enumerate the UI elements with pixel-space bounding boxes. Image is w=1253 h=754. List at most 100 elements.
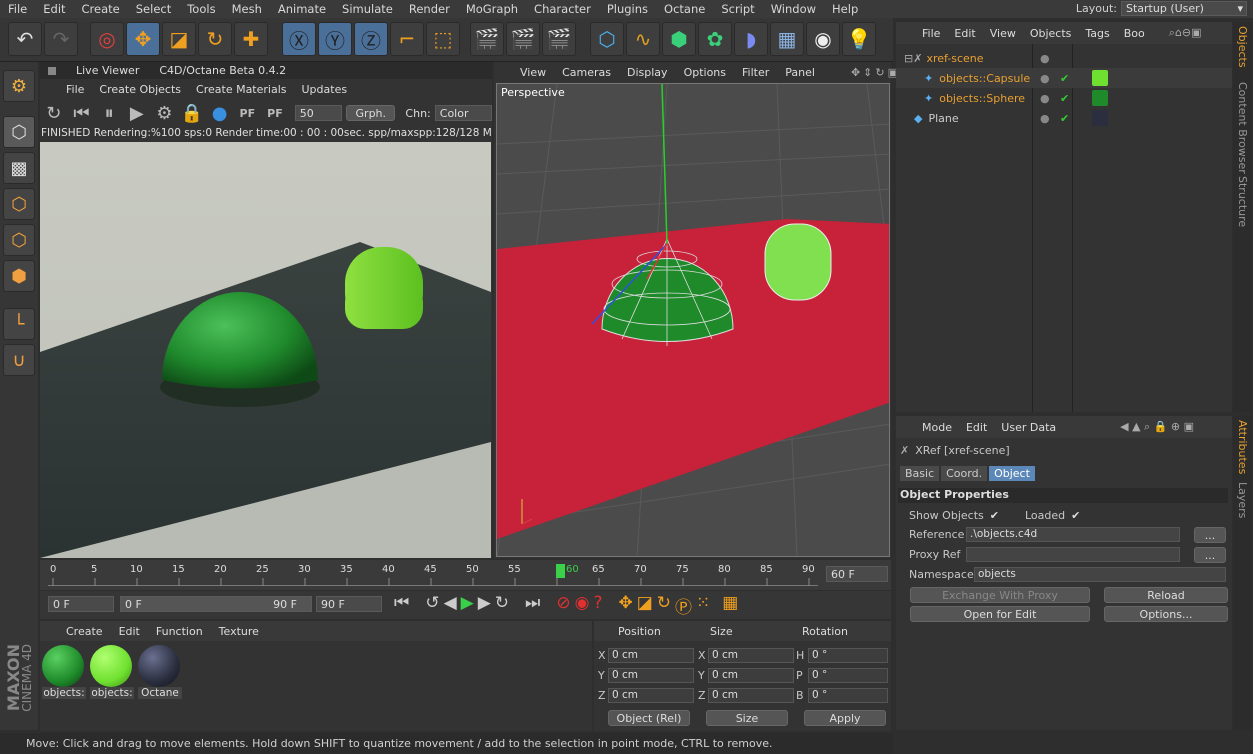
vp-menu-display[interactable]: Display <box>627 66 668 79</box>
menu-render[interactable]: Render <box>401 2 458 16</box>
goto-end-icon[interactable]: ⏭ <box>525 593 540 618</box>
exchange-proxy-button[interactable]: Exchange With Proxy <box>910 587 1090 603</box>
tab-attributes[interactable]: Attributes <box>1236 420 1249 474</box>
material-tag-icon[interactable] <box>1092 110 1108 126</box>
render-settings-icon[interactable]: 🎬 <box>542 22 576 56</box>
world-coords-icon[interactable]: ⌐ <box>390 22 424 56</box>
edges-mode-icon[interactable]: ⬡ <box>3 224 35 256</box>
end-frame-field[interactable]: 90 F <box>316 596 382 612</box>
mat-menu-texture[interactable]: Texture <box>219 625 259 638</box>
move-tool-icon[interactable]: ✥ <box>126 22 160 56</box>
enabled-check-icon[interactable]: ✔ <box>1060 112 1069 125</box>
coord-mode-dropdown[interactable]: Object (Rel) <box>608 710 690 726</box>
next-key-icon[interactable]: ↻ <box>495 593 509 618</box>
graph-button[interactable]: Grph. <box>346 105 396 121</box>
samples-field[interactable]: 50 <box>294 105 343 121</box>
key-position-icon[interactable]: ✥ <box>618 593 632 618</box>
render-view-icon[interactable]: 🎬 <box>470 22 504 56</box>
snap-magnet-icon[interactable]: ∪ <box>3 344 35 376</box>
object-row-capsule[interactable]: ✦ objects::Capsule ● ✔ <box>896 68 1232 88</box>
keyframe-help-icon[interactable]: ? <box>593 593 602 618</box>
om-menu-bookmarks[interactable]: Boo <box>1124 27 1145 40</box>
light-icon[interactable]: 💡 <box>842 22 876 56</box>
rotation-p-field[interactable]: 0 ° <box>808 668 888 683</box>
menu-file[interactable]: File <box>0 2 35 16</box>
am-menu-edit[interactable]: Edit <box>966 421 987 434</box>
timeline-window-icon[interactable]: ▦ <box>722 593 738 618</box>
lock-icon[interactable]: 🔒 <box>180 101 204 125</box>
position-x-field[interactable]: 0 cm <box>608 648 694 663</box>
polygons-mode-icon[interactable]: ⬢ <box>3 260 35 292</box>
reference-browse-button[interactable]: ... <box>1194 527 1226 543</box>
reference-field[interactable]: .\objects.c4d <box>966 527 1180 542</box>
pf-icon-2[interactable]: PF <box>263 101 287 125</box>
play-icon[interactable]: ▶ <box>125 101 149 125</box>
apply-button[interactable]: Apply <box>804 710 886 726</box>
mat-menu-create[interactable]: Create <box>66 625 103 638</box>
lv-menu-create-objects[interactable]: Create Objects <box>99 83 181 96</box>
object-name[interactable]: Plane <box>928 112 958 125</box>
object-row-sphere[interactable]: ✦ objects::Sphere ● ✔ <box>896 88 1232 108</box>
om-menu-file[interactable]: File <box>922 27 940 40</box>
am-nav-icons[interactable]: ◀ ▲ ⌕ 🔒 ⊕ ▣ <box>1120 420 1194 434</box>
menu-mesh[interactable]: Mesh <box>224 2 270 16</box>
floor-icon[interactable]: ▦ <box>770 22 804 56</box>
camera-icon[interactable]: ◉ <box>806 22 840 56</box>
mat-menu-function[interactable]: Function <box>156 625 203 638</box>
render-picture-viewer-icon[interactable]: 🎬 <box>506 22 540 56</box>
sphere-preview-icon[interactable]: ● <box>208 101 232 125</box>
tab-content-browser[interactable]: Content Browser <box>1236 82 1249 174</box>
menu-window[interactable]: Window <box>763 2 824 16</box>
menu-select[interactable]: Select <box>128 2 179 16</box>
deformer-icon[interactable]: ◗ <box>734 22 768 56</box>
frame-range-slider[interactable]: 0 F 90 F <box>120 596 312 612</box>
panel-grip-icon[interactable] <box>48 66 56 75</box>
next-frame-icon[interactable]: ▶ <box>478 593 491 618</box>
start-frame-field[interactable]: 0 F <box>48 596 114 612</box>
rotation-h-field[interactable]: 0 ° <box>808 648 888 663</box>
om-menu-tags[interactable]: Tags <box>1085 27 1109 40</box>
redo-icon[interactable]: ↷ <box>44 22 78 56</box>
rotate-tool-icon[interactable]: ↻ <box>198 22 232 56</box>
model-mode-icon[interactable]: ⬡ <box>3 116 35 148</box>
namespace-field[interactable]: objects <box>974 567 1226 582</box>
position-y-field[interactable]: 0 cm <box>608 668 694 683</box>
show-objects-checkbox[interactable]: ✔ <box>990 509 999 522</box>
spline-pen-icon[interactable]: ∿ <box>626 22 660 56</box>
make-editable-icon[interactable]: ⚙ <box>3 70 35 102</box>
autokey-icon[interactable]: ◉ <box>575 593 590 618</box>
om-menu-edit[interactable]: Edit <box>954 27 975 40</box>
menu-create[interactable]: Create <box>74 2 128 16</box>
recent-tool-icon[interactable]: ✚ <box>234 22 268 56</box>
object-row-xref-scene[interactable]: ⊟✗ xref-scene ● <box>896 48 1232 68</box>
cloner-icon[interactable]: ✿ <box>698 22 732 56</box>
am-menu-mode[interactable]: Mode <box>922 421 952 434</box>
reload-button[interactable]: Reload <box>1104 587 1228 603</box>
prev-frame-icon[interactable]: ◀ <box>444 593 457 618</box>
object-name[interactable]: objects::Capsule <box>939 72 1030 85</box>
options-button[interactable]: Options... <box>1104 606 1228 622</box>
tab-basic[interactable]: Basic <box>900 466 940 481</box>
menu-simulate[interactable]: Simulate <box>334 2 401 16</box>
rotation-b-field[interactable]: 0 ° <box>808 688 888 703</box>
tab-structure[interactable]: Structure <box>1236 176 1249 227</box>
timeline[interactable]: 0 5 10 15 20 25 30 35 40 45 50 55 65 70 … <box>40 560 891 590</box>
perspective-viewport[interactable]: Perspective <box>496 83 890 557</box>
enabled-check-icon[interactable]: ✔ <box>1060 72 1069 85</box>
om-menu-view[interactable]: View <box>990 27 1016 40</box>
key-pla-icon[interactable]: ⁙ <box>696 593 710 618</box>
size-mode-dropdown[interactable]: Size <box>706 710 788 726</box>
vp-menu-panel[interactable]: Panel <box>785 66 815 79</box>
open-for-edit-button[interactable]: Open for Edit <box>910 606 1090 622</box>
vp-menu-options[interactable]: Options <box>684 66 726 79</box>
play-forward-icon[interactable]: ▶ <box>461 593 474 618</box>
pause-icon[interactable]: ⏸ <box>97 101 121 125</box>
pf-icon-1[interactable]: PF <box>235 101 259 125</box>
material-tag-icon[interactable] <box>1092 90 1108 106</box>
channel-dropdown[interactable]: Color <box>434 105 492 121</box>
visibility-dots[interactable]: ● <box>1040 92 1050 105</box>
proxy-browse-button[interactable]: ... <box>1194 547 1226 563</box>
visibility-dots[interactable]: ● <box>1040 112 1050 125</box>
texture-mode-icon[interactable]: ▩ <box>3 152 35 184</box>
tab-objects[interactable]: Objects <box>1236 26 1249 68</box>
